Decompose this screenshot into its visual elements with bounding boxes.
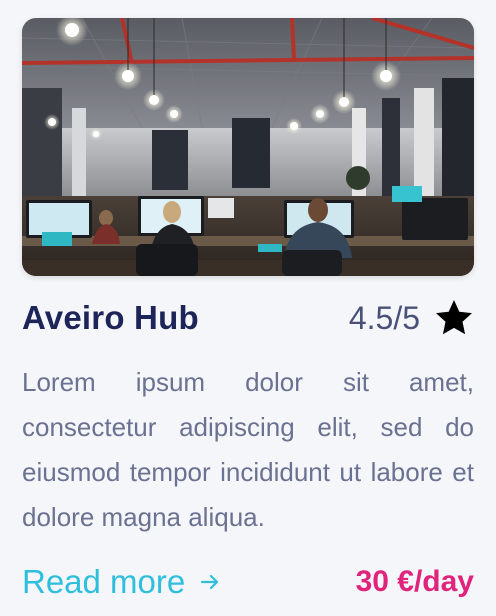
price: 30 €/day <box>355 565 474 598</box>
coworking-card: Aveiro Hub 4.5/5 Lorem ipsum dolor sit a… <box>0 0 496 616</box>
read-more-link[interactable]: Read more <box>22 558 221 606</box>
arrow-right-icon <box>185 571 221 593</box>
read-more-label: Read more <box>22 563 186 600</box>
coworking-photo <box>22 18 474 276</box>
rating: 4.5/5 <box>349 296 474 340</box>
workspace-title: Aveiro Hub <box>22 299 199 336</box>
workspace-description: Lorem ipsum dolor sit amet, consectetur … <box>22 367 474 532</box>
rating-value: 4.5/5 <box>348 300 420 336</box>
star-icon <box>434 298 474 338</box>
